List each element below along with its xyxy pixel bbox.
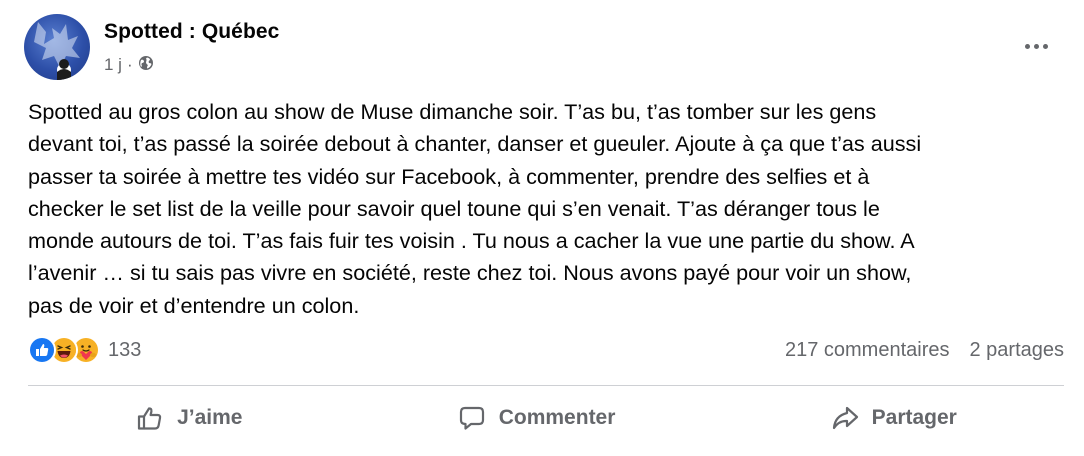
reaction-count: 133 [108, 338, 142, 361]
post-body-text: Spotted au gros colon au show de Muse di… [28, 99, 922, 318]
thumbs-up-icon [135, 403, 165, 433]
divider [28, 385, 1064, 386]
post-stats: 133 217 commentaires 2 partages [28, 334, 1064, 370]
comments-count-link[interactable]: 217 commentaires [785, 339, 950, 362]
like-icon [28, 336, 56, 364]
post-time[interactable]: 1 j [104, 55, 122, 75]
like-label: J’aime [177, 406, 243, 429]
post-header: Spotted : Québec 1 j · [24, 14, 1064, 84]
reaction-summary[interactable]: 133 [28, 336, 141, 364]
post-actions: J’aime Commenter Partager [28, 392, 1064, 444]
shares-count-link[interactable]: 2 partages [969, 339, 1064, 362]
share-button[interactable]: Partager [810, 397, 977, 439]
post-meta: 1 j · [104, 54, 154, 76]
globe-icon [138, 55, 154, 76]
like-button[interactable]: J’aime [115, 397, 262, 439]
page-name[interactable]: Spotted : Québec [104, 20, 279, 44]
more-options-icon[interactable] [1018, 34, 1054, 58]
comment-label: Commenter [498, 406, 616, 429]
comment-button[interactable]: Commenter [437, 397, 636, 439]
meta-separator: · [126, 55, 133, 74]
share-label: Partager [871, 406, 957, 429]
page-avatar[interactable] [24, 14, 90, 80]
speech-bubble-icon [457, 403, 487, 433]
share-arrow-icon [830, 403, 860, 433]
